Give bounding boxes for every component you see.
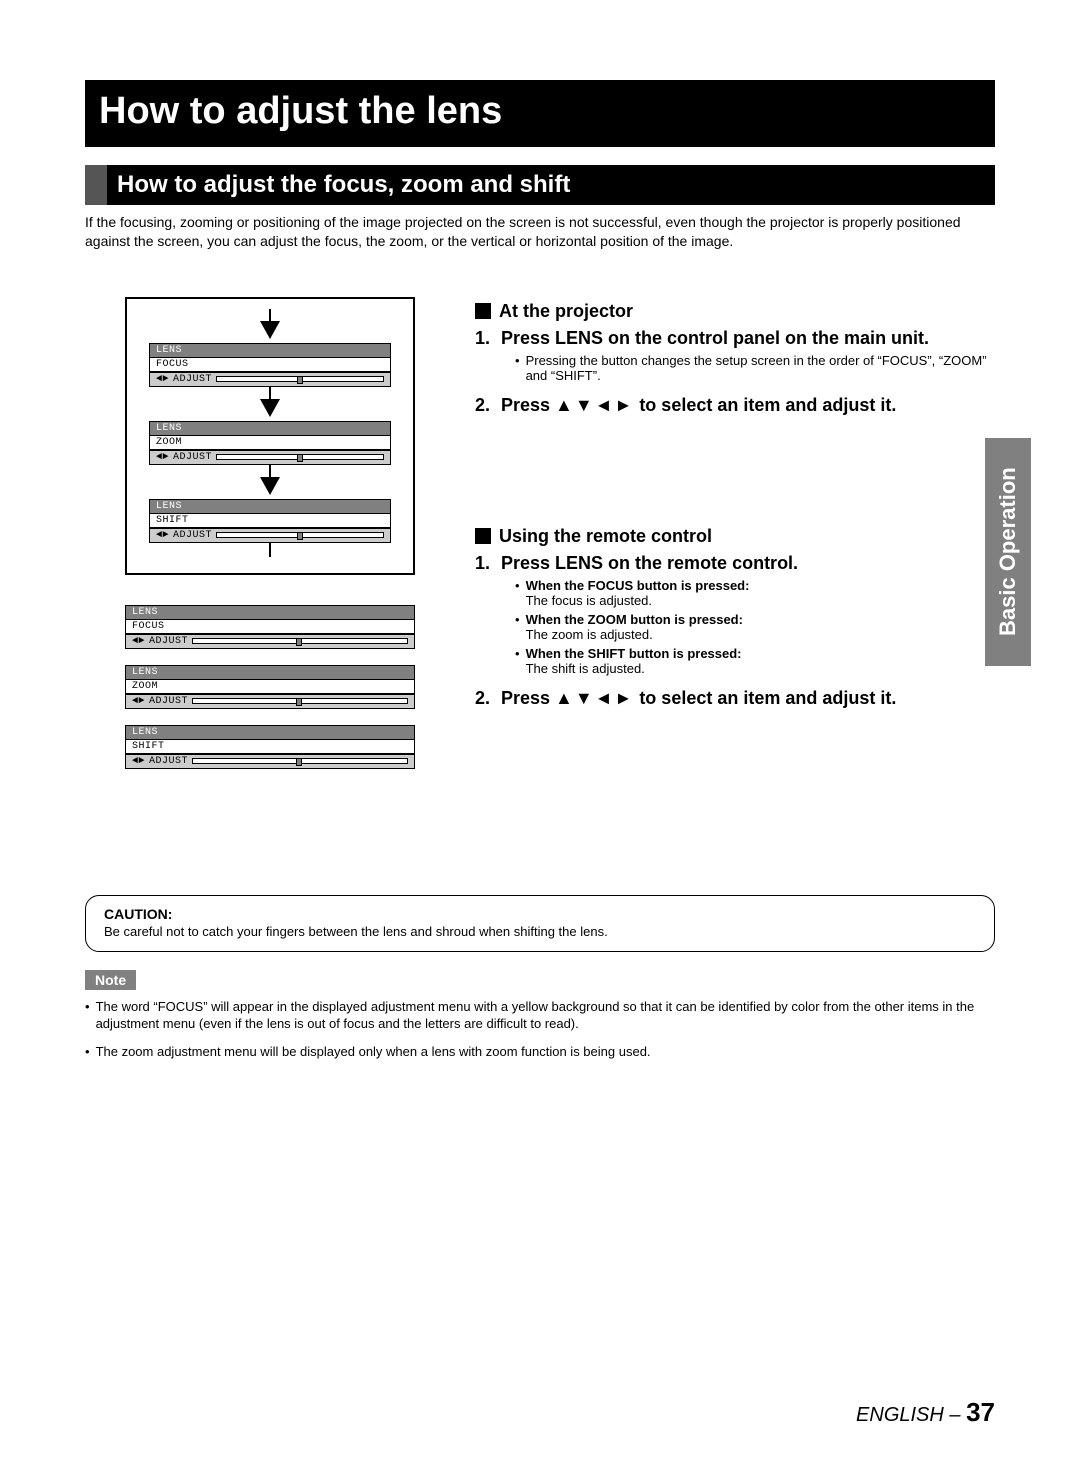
section-title: How to adjust the focus, zoom and shift bbox=[85, 165, 995, 205]
arrow-down-icon bbox=[260, 399, 280, 417]
caution-text: Be careful not to catch your fingers bet… bbox=[104, 924, 976, 939]
page-title: How to adjust the lens bbox=[85, 80, 995, 147]
step-1-projector-note: Pressing the button changes the setup sc… bbox=[515, 353, 995, 383]
note-label: Note bbox=[85, 970, 136, 990]
step-2-remote: 2.Press ▲▼◄► to select an item and adjus… bbox=[475, 688, 995, 709]
page-footer: ENGLISH – 37 bbox=[856, 1397, 995, 1428]
adjust-icon: ◄► bbox=[156, 452, 169, 463]
adjust-icon: ◄► bbox=[156, 374, 169, 385]
note-zoom: When the ZOOM button is pressed:The zoom… bbox=[515, 612, 995, 642]
menu-zoom: LENS ZOOM ◄►ADJUST bbox=[149, 421, 391, 465]
square-bullet-icon bbox=[475, 303, 491, 319]
adjust-icon: ◄► bbox=[156, 530, 169, 541]
menu-focus: LENS FOCUS ◄►ADJUST bbox=[149, 343, 391, 387]
note-list: The word “FOCUS” will appear in the disp… bbox=[85, 998, 995, 1061]
step-2-projector: 2.Press ▲▼◄► to select an item and adjus… bbox=[475, 395, 995, 416]
note-shift: When the SHIFT button is pressed:The shi… bbox=[515, 646, 995, 676]
step-1-projector: 1.Press LENS on the control panel on the… bbox=[475, 328, 995, 349]
arrow-keys-icon: ▲▼◄► bbox=[555, 395, 634, 415]
note-focus: When the FOCUS button is pressed:The foc… bbox=[515, 578, 995, 608]
adjust-icon: ◄► bbox=[132, 756, 145, 767]
caution-label: CAUTION: bbox=[104, 906, 976, 922]
heading-at-projector: At the projector bbox=[475, 301, 995, 322]
flow-diagram: LENS FOCUS ◄►ADJUST LENS ZOOM ◄►ADJUST L… bbox=[125, 297, 415, 575]
adjust-icon: ◄► bbox=[132, 696, 145, 707]
step-1-remote: 1.Press LENS on the remote control. bbox=[475, 553, 995, 574]
square-bullet-icon bbox=[475, 528, 491, 544]
note-item: The zoom adjustment menu will be display… bbox=[85, 1043, 995, 1061]
arrow-keys-icon: ▲▼◄► bbox=[555, 688, 634, 708]
arrow-down-icon bbox=[260, 321, 280, 339]
caution-box: CAUTION: Be careful not to catch your fi… bbox=[85, 895, 995, 952]
adjust-icon: ◄► bbox=[132, 636, 145, 647]
note-item: The word “FOCUS” will appear in the disp… bbox=[85, 998, 995, 1033]
arrow-down-icon bbox=[260, 477, 280, 495]
intro-text: If the focusing, zooming or positioning … bbox=[85, 213, 995, 251]
menu-shift: LENS SHIFT ◄►ADJUST bbox=[149, 499, 391, 543]
instructions-column: At the projector 1.Press LENS on the con… bbox=[475, 297, 995, 785]
menu-shift-small: LENS SHIFT ◄►ADJUST bbox=[125, 725, 415, 769]
menu-zoom-small: LENS ZOOM ◄►ADJUST bbox=[125, 665, 415, 709]
side-tab-basic-operation: Basic Operation bbox=[985, 438, 1031, 666]
heading-using-remote: Using the remote control bbox=[475, 526, 995, 547]
diagram-column: LENS FOCUS ◄►ADJUST LENS ZOOM ◄►ADJUST L… bbox=[85, 297, 415, 785]
remote-menu-diagram: LENS FOCUS ◄►ADJUST LENS ZOOM ◄►ADJUST L… bbox=[125, 605, 415, 769]
menu-focus-small: LENS FOCUS ◄►ADJUST bbox=[125, 605, 415, 649]
